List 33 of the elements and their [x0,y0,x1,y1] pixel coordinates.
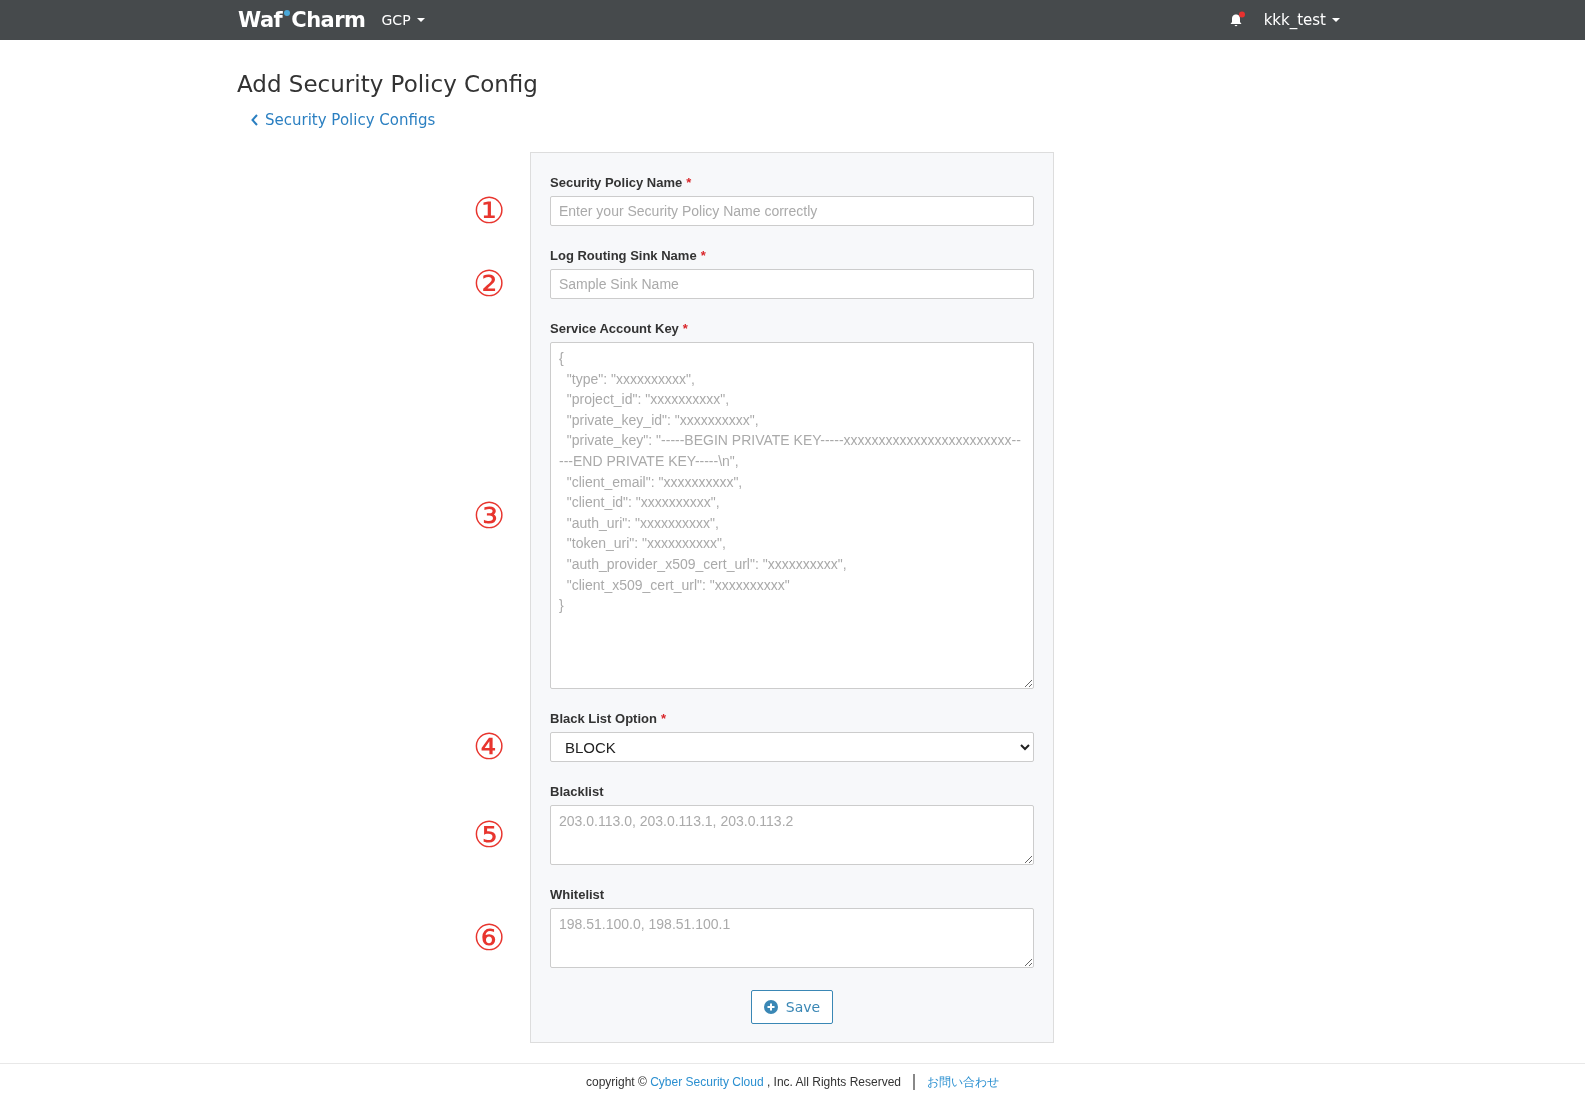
platform-dropdown[interactable]: GCP [381,12,425,28]
step-number: ④ [473,729,506,765]
step-number: ② [473,266,506,302]
step-number: ③ [473,497,506,534]
text-area[interactable]: 198.51.100.0, 198.51.100.1 [550,908,1034,968]
step-number: ⑥ [473,920,506,956]
back-link[interactable]: Security Policy Configs [251,111,436,129]
field-label: Blacklist [550,784,604,799]
text-field[interactable]: Enter your Security Policy Name correctly [550,196,1034,226]
field-label: Service Account Key [550,321,679,336]
field-label: Whitelist [550,887,605,902]
required-mark: * [686,175,692,190]
required-mark: * [700,248,706,263]
page-title: Add Security Policy Config [237,71,539,97]
step-number: ① [473,193,506,229]
logo[interactable]: Waf Charm [238,8,366,32]
required-mark: * [682,321,688,336]
field-label: Black List Option [550,711,657,726]
copyright-text: copyright © Cyber Security Cloud , Inc. All Rights Reserved [586,1075,901,1089]
select-dropdown[interactable]: BLOCK [550,732,1034,762]
step-number: ⑤ [473,817,506,853]
company-link[interactable]: Cyber Security Cloud [650,1075,764,1089]
text-area[interactable]: 203.0.113.0, 203.0.113.1, 203.0.113.2 [550,805,1034,865]
field-label: Log Routing Sink Name [550,248,697,263]
required-mark: * [660,711,666,726]
save-button[interactable]: Save [750,990,834,1024]
plus-circle-icon [763,1000,778,1014]
chevron-left-icon [251,114,259,126]
text-field[interactable]: Sample Sink Name [550,269,1034,299]
user-dropdown[interactable]: kkk_test [1263,11,1340,29]
contact-link[interactable]: お問い合わせ [927,1073,999,1091]
text-area[interactable]: { "type": "xxxxxxxxxx", "project_id": "xxxxxxxxxx", "private_key_id": "xxxxxxxxxx", "private_key": "-----BEGIN PRIVATE KEY-----xxxxxxxxxxxxxxxxxxxxxxxx-----END PRIVATE KEY-----\n", "client_email": "xxxxxxxxxx", "client_id": "xxxxxxxxxx", "auth_uri": "xxxxxxxxxx", "token_uri": "xxxxxxxxxx", "auth_provider_x509_cert_url": "xxxxxxxxxx", "client_x509_cert_url": "xxxxxxxxxx" } [550,342,1034,689]
field-label: Security Policy Name [550,175,683,190]
